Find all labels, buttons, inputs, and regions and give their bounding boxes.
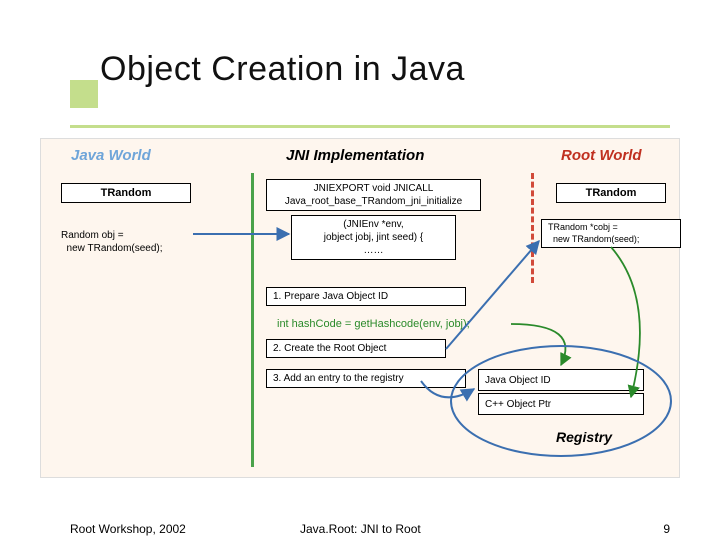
diagram-canvas: Java World JNI Implementation Root World… — [40, 138, 680, 478]
footer-right: 9 — [663, 522, 670, 536]
footer-center: Java.Root: JNI to Root — [300, 522, 421, 536]
jni-hashcode-line: int hashCode = getHashcode(env, jobj); — [271, 315, 526, 333]
jni-step2-box: 2. Create the Root Object — [266, 339, 446, 358]
registry-table: Java Object ID C++ Object Ptr — [476, 367, 646, 417]
registry-label: Registry — [556, 429, 612, 445]
jni-step3-box: 3. Add an entry to the registry — [266, 369, 466, 388]
divider-jni-root — [531, 173, 534, 283]
column-header-root: Root World — [561, 147, 642, 164]
jni-args-box: (JNIEnv *env, jobject jobj, jint seed) {… — [291, 215, 456, 260]
title-accent-square — [70, 80, 98, 108]
title-rule — [70, 125, 670, 128]
jni-step1-box: 1. Prepare Java Object ID — [266, 287, 466, 306]
column-header-jni: JNI Implementation — [286, 147, 424, 164]
column-header-java: Java World — [71, 147, 151, 164]
registry-col-cpp-ptr: C++ Object Ptr — [478, 393, 644, 415]
java-code-box: Random obj = new TRandom(seed); — [55, 227, 205, 257]
root-class-box: TRandom — [556, 183, 666, 203]
root-code-box: TRandom *cobj = new TRandom(seed); — [541, 219, 681, 248]
registry-col-java-id: Java Object ID — [478, 369, 644, 391]
divider-java-jni — [251, 173, 254, 467]
jni-signature-box: JNIEXPORT void JNICALL Java_root_base_TR… — [266, 179, 481, 211]
footer-left: Root Workshop, 2002 — [70, 522, 186, 536]
page-title: Object Creation in Java — [100, 50, 680, 89]
java-class-box: TRandom — [61, 183, 191, 203]
